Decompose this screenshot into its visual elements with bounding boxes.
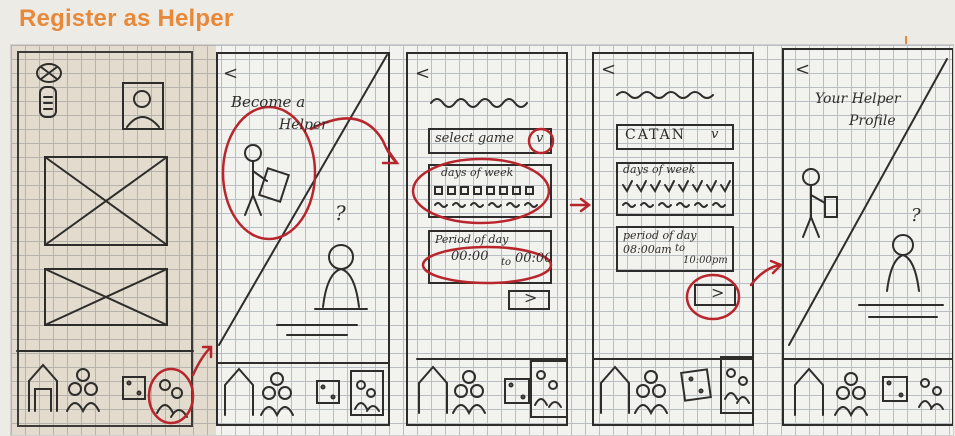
sketch4-next-label[interactable]: > xyxy=(711,283,724,302)
sketch5-helper-icon xyxy=(918,378,944,410)
sketch5-question-mark: ? xyxy=(911,205,921,226)
sketch3-dice-icon xyxy=(504,378,530,404)
sketch2-helper-icon xyxy=(354,380,380,412)
sketch1-helper-icon xyxy=(156,379,188,418)
sketch4-people-icon xyxy=(634,370,668,416)
sketch5-heading-line2: Profile xyxy=(849,113,896,129)
sketch4-time-from[interactable]: 08:00am xyxy=(623,243,672,256)
flow-arrow-4 xyxy=(749,259,784,287)
sketch4-select-caret[interactable]: v xyxy=(711,127,718,142)
sketch2-underline xyxy=(276,324,358,336)
sketch3-helper-tab xyxy=(530,360,568,418)
sketch3-home-icon xyxy=(418,365,448,414)
sketch2-document-icon xyxy=(257,167,291,203)
sketch5-back-button[interactable]: < xyxy=(795,59,810,80)
sketch3-time-to-word: to xyxy=(501,257,512,268)
sketch3-days-label: days of week xyxy=(441,166,514,179)
sketch4-title-squiggle xyxy=(616,91,714,99)
sketch3-select-caret[interactable]: v xyxy=(536,131,543,146)
sketch1-dice-icon xyxy=(122,376,146,400)
sketch3-select-label[interactable]: select game xyxy=(435,131,514,146)
sketch2-figure-icon xyxy=(314,244,368,310)
sketch2-question-mark: ? xyxy=(335,201,346,225)
sketch2-home-icon xyxy=(224,367,254,416)
sketch3-back-button[interactable]: < xyxy=(415,63,430,84)
sketch3-helper-icon xyxy=(534,370,562,408)
sketch4-period-label: period of day xyxy=(623,229,697,242)
sketch4-back-button[interactable]: < xyxy=(601,59,616,80)
sketch4-helper-tab xyxy=(720,356,754,414)
sketch5-document-icon xyxy=(824,196,838,218)
sketch5-figure-icon xyxy=(886,234,920,292)
sketch-photo: < Become a Helper ? < select game v days… xyxy=(10,44,954,436)
sketch3-next-label[interactable]: > xyxy=(524,288,537,307)
sketch5-heading-line1: Your Helper xyxy=(815,91,901,107)
sketch5-people-icon xyxy=(834,372,868,418)
sketch4-helper-icon xyxy=(724,368,750,404)
sketch3-time-to[interactable]: 00:00 xyxy=(515,251,552,266)
sketch4-time-to-word: to xyxy=(675,243,686,254)
sketch3-people-icon xyxy=(452,370,486,416)
sketch5-underline xyxy=(858,304,944,318)
sketch2-heading-line2: Helper xyxy=(279,117,328,133)
sketch2-dice-icon xyxy=(316,380,340,404)
sketch3-period-label: Period of day xyxy=(435,233,509,246)
sketch5-home-icon xyxy=(794,367,824,416)
page-title: Register as Helper xyxy=(19,5,234,32)
flow-arrow-3 xyxy=(569,197,592,213)
sketch1-people-icon xyxy=(66,368,100,414)
sketch4-time-to[interactable]: 10:00pm xyxy=(683,255,728,266)
sketch2-heading-line1: Become a xyxy=(231,93,306,111)
sketch1-logo-cross xyxy=(40,66,58,80)
sketch5-dice-icon xyxy=(882,376,908,402)
sketch4-dice-icon xyxy=(680,368,712,402)
sketch1-highlight-circle xyxy=(147,367,195,425)
sketch3-title-squiggle xyxy=(430,98,528,108)
sketch3-time-from[interactable]: 00:00 xyxy=(451,249,488,264)
sketch2-back-button[interactable]: < xyxy=(223,63,238,84)
sketch5-person-icon xyxy=(802,168,826,238)
sketch4-home-icon xyxy=(600,365,630,414)
sketch4-game-label[interactable]: CATAN xyxy=(625,127,686,143)
flow-arrow xyxy=(191,345,213,377)
sketch4-days-label: days of week xyxy=(623,163,696,176)
sketch3-day-checkboxes xyxy=(434,186,534,195)
sketch2-people-icon xyxy=(260,372,294,418)
